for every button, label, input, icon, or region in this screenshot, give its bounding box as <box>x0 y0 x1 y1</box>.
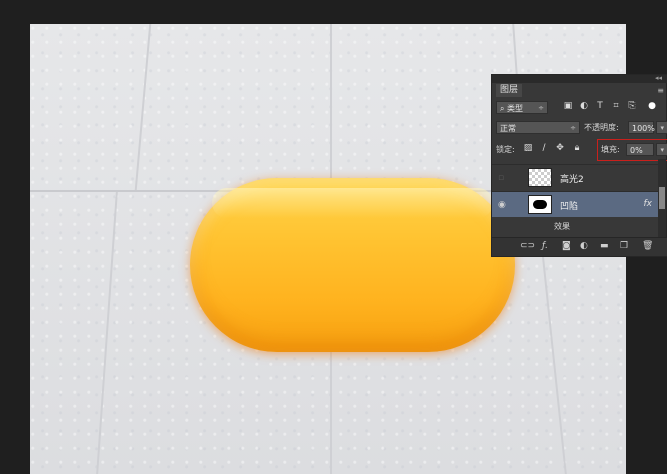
filter-row: ⌕ 类型 ÷ ▣ ◐ T ⌗ ⎘ ● <box>492 101 667 115</box>
tile-grout-vertical <box>330 24 332 190</box>
adjustment-icon[interactable]: ◐ <box>580 241 588 251</box>
eye-icon[interactable]: ◉ <box>498 200 506 210</box>
smart-object-filter-icon[interactable]: ⎘ <box>626 101 638 111</box>
layers-scrollbar[interactable] <box>658 159 666 239</box>
opacity-label: 不透明度: <box>584 123 619 132</box>
panel-menu-icon[interactable]: ≡ <box>657 86 664 95</box>
new-layer-icon[interactable]: ❐ <box>620 241 628 251</box>
panel-title-strip[interactable]: ◂◂ <box>492 74 667 83</box>
tab-layers[interactable]: 图层 <box>496 84 523 97</box>
visibility-toggle-off[interactable]: ▫ <box>498 173 504 183</box>
opacity-stepper[interactable]: ▾ <box>656 121 667 134</box>
effects-label[interactable]: 效果 <box>554 221 570 232</box>
scroll-thumb[interactable] <box>659 187 665 209</box>
lock-move-icon[interactable]: ✥ <box>554 143 566 153</box>
search-icon: ⌕ <box>500 104 508 113</box>
layers-panel: ◂◂ 图层 ≡ ⌕ 类型 ÷ ▣ ◐ T ⌗ ⎘ ● 正常 ÷ 不透明度: 10… <box>491 74 667 257</box>
soap-shape <box>190 178 515 352</box>
layer-name: 高光2 <box>560 175 584 185</box>
layers-bottom-toolbar: ⊂⊃ ƒ. ◙ ◐ ▬ ❐ 🗑︎ <box>492 237 667 256</box>
chevron-down-icon: ÷ <box>570 124 576 132</box>
layer-name: 凹陷 <box>560 202 579 212</box>
lock-brush-icon[interactable]: ∕ <box>538 143 550 153</box>
lock-label: 锁定: <box>496 145 515 154</box>
lock-transparent-icon[interactable]: ▨ <box>522 143 534 153</box>
image-filter-icon[interactable]: ▣ <box>562 101 574 111</box>
add-mask-icon[interactable]: ◙ <box>562 241 571 251</box>
soap-highlight <box>212 188 493 218</box>
chevron-down-icon: ÷ <box>538 104 544 112</box>
type-filter-icon[interactable]: T <box>594 101 606 111</box>
trash-icon[interactable]: 🗑︎ <box>642 241 653 251</box>
opacity-field[interactable]: 100% <box>628 121 655 134</box>
layer-thumbnail <box>528 195 552 214</box>
layer-row-indent[interactable]: ◉ 凹陷 fx <box>492 191 658 217</box>
blend-mode-select[interactable]: 正常 ÷ <box>496 121 580 134</box>
link-icon[interactable]: ⊂⊃ <box>520 241 535 251</box>
filter-type-value: 类型 <box>507 104 524 113</box>
group-folder-icon[interactable]: ▬ <box>600 241 609 251</box>
filter-type-select[interactable]: ⌕ 类型 ÷ <box>496 101 548 114</box>
lock-all-icon[interactable]: 🔒︎ <box>571 143 583 153</box>
filter-toggle-icon[interactable]: ● <box>646 101 658 111</box>
fill-highlight-box <box>597 139 667 161</box>
shape-filter-icon[interactable]: ⌗ <box>610 101 622 111</box>
fx-icon[interactable]: fx <box>644 199 653 209</box>
adjustment-filter-icon[interactable]: ◐ <box>578 101 590 111</box>
blend-mode-value: 正常 <box>500 124 516 133</box>
layer-thumbnail <box>528 168 552 187</box>
add-style-icon[interactable]: ƒ. <box>542 241 548 251</box>
blend-row: 正常 ÷ 不透明度: 100% ▾ <box>492 121 667 135</box>
chevron-down-icon: ▾ <box>660 124 664 132</box>
layer-row-highlight2[interactable]: ▫ 高光2 <box>492 164 658 190</box>
collapse-icon[interactable]: ◂◂ <box>655 74 662 82</box>
